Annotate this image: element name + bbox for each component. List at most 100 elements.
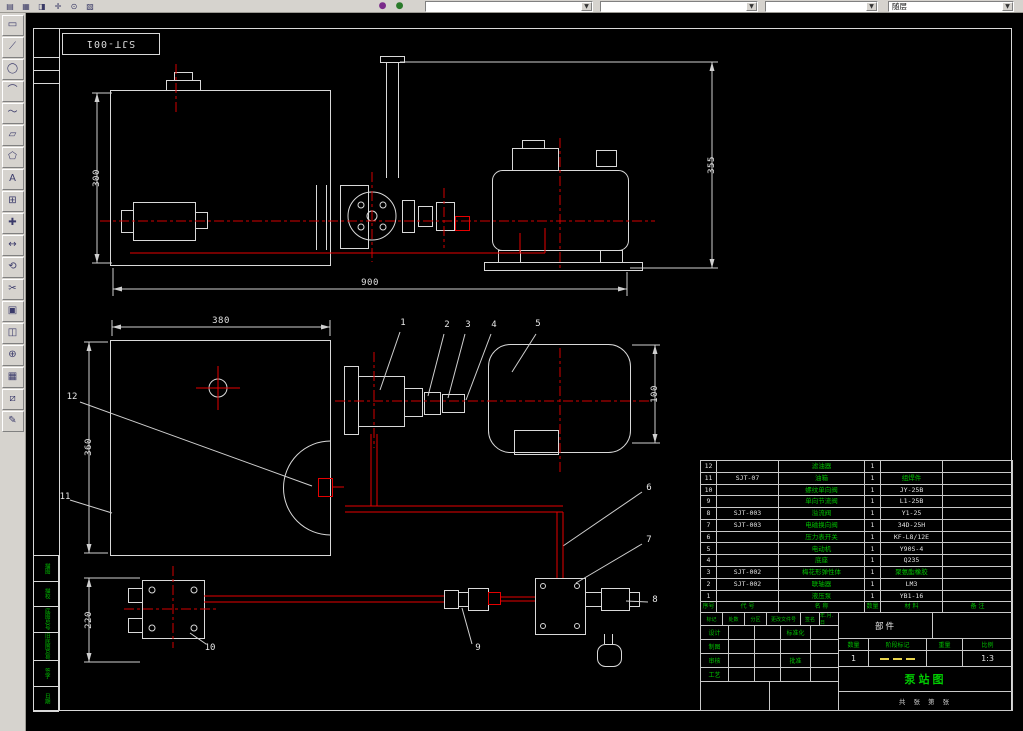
layer-combo[interactable]: ▼ [425,1,593,12]
draw-tool-button[interactable]: ⌒ [1,81,24,102]
signature-row-label: 工艺 [701,668,729,682]
grid-icon[interactable]: ▤ [3,1,17,12]
draw-tool-button[interactable]: 〜 [1,103,24,124]
signature-row-label: 审核 [701,654,729,668]
callout-5: 5 [535,319,541,329]
draw-tool-button[interactable]: ⟋ [1,37,24,58]
signature-row-label: 制图 [701,640,729,654]
margin-box: 日期 [33,685,59,712]
lineweight-combo-value: 随层 [892,2,907,11]
chevron-down-icon[interactable]: ▼ [746,2,757,11]
callout-8: 8 [652,595,658,605]
draw-tool-button[interactable]: ▦ [1,367,24,388]
draw-tool-button[interactable]: ◯ [1,59,24,80]
signature-row-label [781,668,811,682]
bom-header-row: 序号代 号名 称数量材 料备 注 [700,601,1013,613]
revision-header: 分区 [745,613,767,626]
revision-header: 更改文件号 [767,613,801,626]
stage-mark-label: 阶段标记 [869,639,927,651]
draw-tool-button[interactable]: ⊕ [1,345,24,366]
callout-9: 9 [475,643,481,653]
draw-tool-button[interactable]: ⧄ [1,389,24,410]
hydraulic-piping [130,216,564,605]
qty-value: 1 [839,651,869,667]
callout-10: 10 [204,643,216,653]
draw-tool-button[interactable]: ⟲ [1,257,24,278]
draw-tool-button[interactable]: ✚ [1,213,24,234]
signature-row-label: 设计 [701,626,729,640]
signature-row-label: 批准 [781,654,811,668]
chevron-down-icon[interactable]: ▼ [1002,2,1013,11]
layer-state-icon[interactable]: ● [394,1,405,12]
callout-6: 6 [646,483,652,493]
callout-3: 3 [465,320,471,330]
callout-7: 7 [646,535,652,545]
bom-row: 10 螺纹单向阀 1 JY-25B [700,483,1013,497]
title-block: 标记 处数 分区 更改文件号 签名 年.月.日 设计 标准化 制图 审核 批准 … [700,613,1013,711]
bom-row: 7 SJT-003 电磁换向阀 1 34D-25H [700,518,1013,532]
draw-tool-button[interactable]: ▱ [1,125,24,146]
revision-header: 标记 [701,613,723,626]
display-icon[interactable]: ◨ [35,1,49,12]
margin-box: 底图总号 [33,606,59,633]
revision-header: 年.月.日 [820,613,839,626]
draw-tool-button[interactable]: ▭ [1,15,24,36]
draw-tool-button[interactable]: ⊞ [1,191,24,212]
bom-row: 8 SJT-003 溢流阀 1 Y1-25 [700,507,1013,520]
dim-manifold-depth: 220 [84,611,94,629]
dimension-lines [69,61,718,663]
dim-tank-height: 300 [92,169,102,187]
dim-front-height: 355 [707,156,717,174]
target-icon[interactable]: ⊙ [67,1,81,12]
bom-row: 9 单向节流阀 1 L1-25B [700,495,1013,509]
margin-box: 旧底图总号 [33,631,59,661]
margin-box: 描校 [33,580,59,607]
margin-box-stack: 描图 描校 底图总号 旧底图总号 签字 日期 [33,555,59,712]
dim-motor-od: 100 [650,385,660,403]
hatch-icon[interactable]: ▧ [83,1,97,12]
callout-2: 2 [444,320,450,330]
bom-row: 5 电动机 1 Y90S-4 [700,542,1013,556]
callout-1: 1 [400,318,406,328]
bom-row: 4 底座 1 Q235 [700,554,1013,568]
revision-header: 签名 [801,613,820,626]
revision-header: 处数 [723,613,745,626]
layers-icon[interactable]: ▦ [19,1,33,12]
chevron-down-icon[interactable]: ▼ [581,2,592,11]
draw-tool-button[interactable]: ◫ [1,323,24,344]
draw-tool-button[interactable]: A [1,169,24,190]
sheet-code-label: SJT-001 [85,38,136,49]
color-wheel-icon[interactable]: ● [377,1,388,12]
signature-row-label: 标准化 [781,626,811,640]
bom-row: 12 滤油器 1 [700,460,1013,473]
draw-tool-button[interactable]: ✎ [1,411,24,432]
stage-mark-dashes [869,651,927,667]
bom-row: 1 液压泵 1 YB1-16 [700,589,1013,603]
bom-row: 3 SJT-002 梅花形弹性体 1 聚氨酯橡胶 [700,566,1013,579]
dim-plan-width: 380 [212,316,230,326]
part-type-label: 部件 [839,613,933,639]
linetype-combo[interactable]: ▼ [765,1,878,12]
chevron-down-icon[interactable]: ▼ [866,2,877,11]
color-combo[interactable]: ▼ [600,1,758,12]
draw-tool-button[interactable]: ✂ [1,279,24,300]
scale-value: 1:3 [963,651,1013,667]
callout-4: 4 [491,320,497,330]
draw-tool-button[interactable]: ▣ [1,301,24,322]
dim-front-width: 900 [361,278,379,288]
front-view-linework [110,56,643,271]
margin-box: 描图 [33,555,59,582]
margin-box: 签字 [33,660,59,687]
top-toolbar: ▤ ▦ ◨ ✛ ⊙ ▧ ● ● ▼ ▼ ▼ 随层 ▼ [0,0,1023,13]
weight-label: 重量 [927,639,963,651]
lineweight-combo[interactable]: 随层 ▼ [888,1,1014,12]
crosshair-icon[interactable]: ✛ [51,1,65,12]
draw-tool-button[interactable]: ↔ [1,235,24,256]
scale-label: 比例 [963,639,1013,651]
dimension-arrowheads [86,62,715,662]
bom-table: 12 滤油器 1 11 SJT-07 油箱 1 组焊件 10 螺纹单向阀 1 JY-25B 9 单向… [700,460,1013,613]
signature-row-label [781,640,811,654]
bom-row: 6 压力表开关 1 KF-L8/12E [700,530,1013,544]
draw-tool-button[interactable]: ⬠ [1,147,24,168]
callout-12: 12 [66,392,78,402]
